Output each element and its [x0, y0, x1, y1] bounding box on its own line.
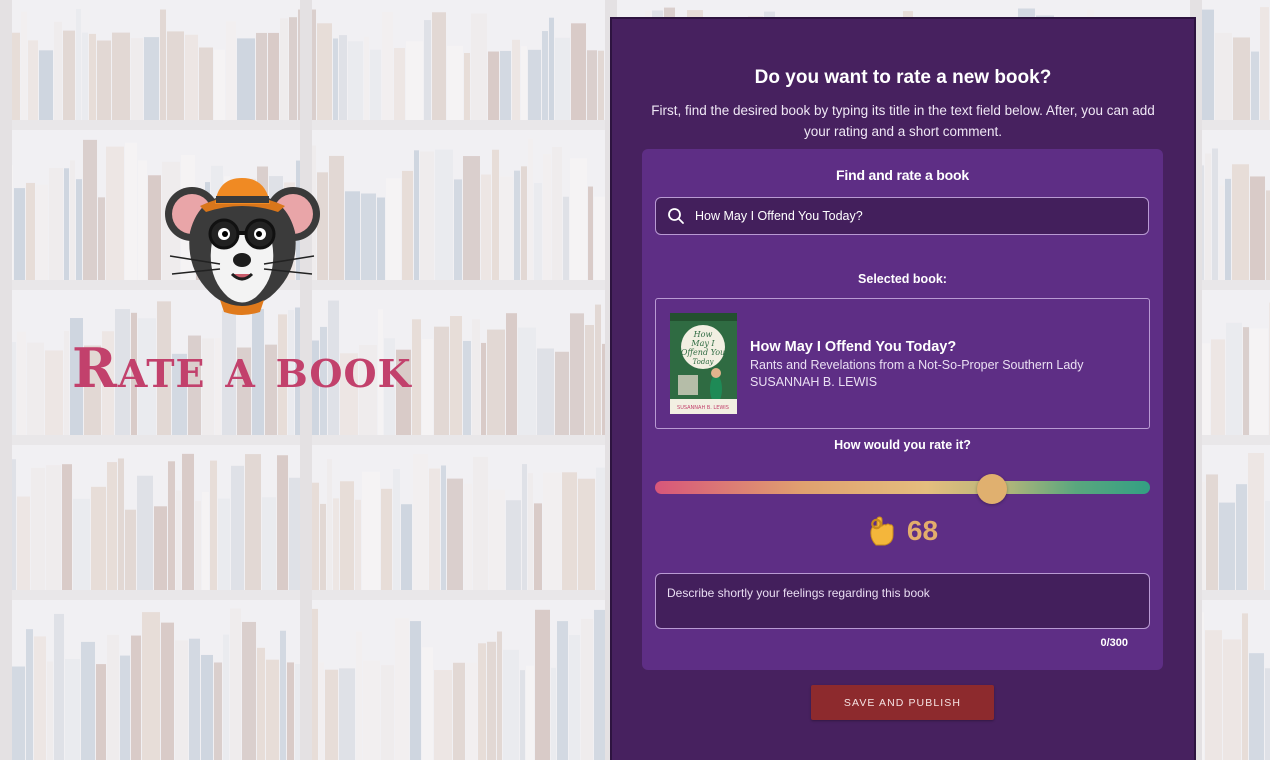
comment-textarea[interactable] — [655, 573, 1150, 629]
rating-panel: Do you want to rate a new book? First, f… — [612, 19, 1194, 760]
svg-text:SUSANNAH B. LEWIS: SUSANNAH B. LEWIS — [677, 405, 729, 411]
ok-hand-icon — [867, 515, 897, 547]
rating-display: 68 — [642, 515, 1163, 547]
page-title: Do you want to rate a new book? — [754, 67, 1052, 88]
comment-char-counter: 0/300 — [1100, 637, 1128, 649]
search-field[interactable] — [655, 197, 1149, 235]
svg-text:How: How — [693, 330, 713, 339]
svg-text:Offend You: Offend You — [681, 348, 725, 357]
find-rate-card: Find and rate a book Selected book: — [642, 149, 1163, 670]
selected-book-label: Selected book: — [858, 272, 947, 286]
page: Rate a book Do you want to rate a new bo… — [0, 0, 1270, 760]
book-author: SUSANNAH B. LEWIS — [750, 375, 878, 389]
book-subtitle: Rants and Revelations from a Not-So-Prop… — [750, 358, 1084, 372]
brand-title: Rate a book — [72, 336, 412, 400]
svg-text:May I: May I — [690, 339, 715, 348]
book-title: How May I Offend You Today? — [750, 339, 957, 355]
svg-text:Today: Today — [693, 358, 715, 366]
save-and-publish-button[interactable]: SAVE AND PUBLISH — [811, 685, 994, 720]
rating-value: 68 — [906, 515, 939, 546]
page-description: First, find the desired book by typing i… — [651, 103, 1155, 139]
rating-label: How would you rate it? — [834, 438, 971, 452]
mascot-logo — [160, 172, 325, 317]
book-cover-image: How May I Offend You Today SUSANNAH B. L… — [670, 313, 737, 414]
rating-slider-thumb[interactable] — [976, 474, 1007, 504]
rating-slider-track[interactable] — [655, 481, 1150, 494]
search-icon — [667, 207, 685, 225]
search-input[interactable] — [685, 198, 1148, 234]
selected-book-card[interactable]: How May I Offend You Today SUSANNAH B. L… — [655, 298, 1150, 429]
card-heading: Find and rate a book — [836, 167, 969, 183]
